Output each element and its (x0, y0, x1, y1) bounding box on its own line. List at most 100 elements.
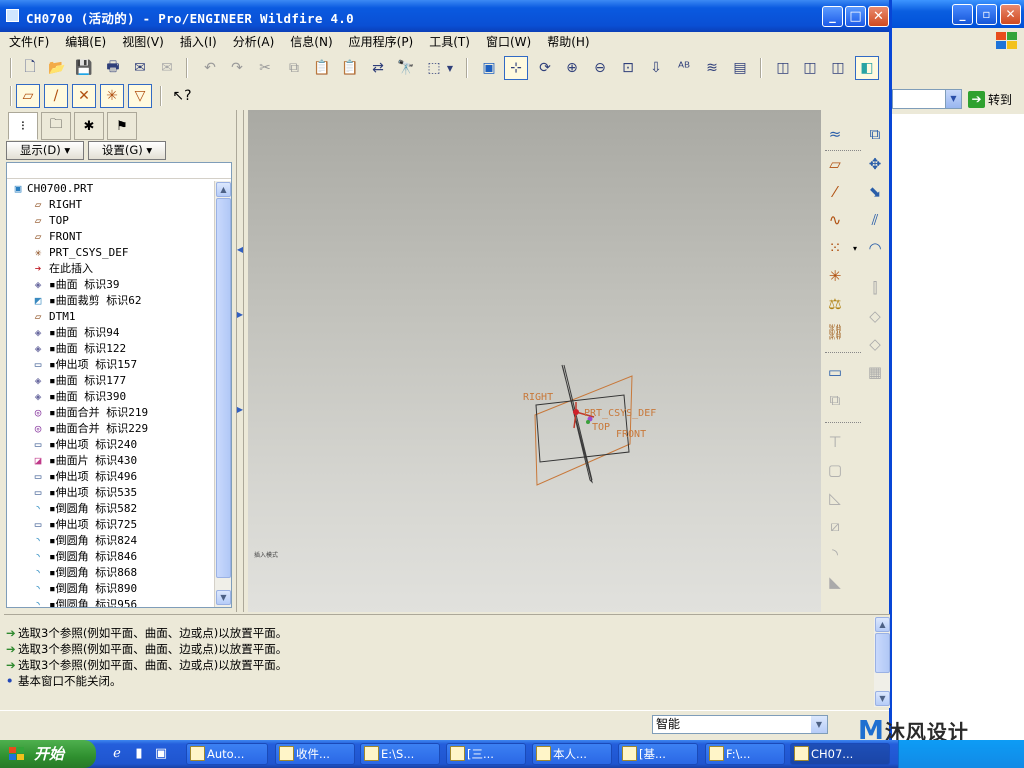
coordinate-systems-toggle-icon[interactable]: ✳ (100, 84, 124, 108)
tree-item[interactable]: ▱ DTM1 (7, 309, 213, 325)
desktop-icon[interactable]: ▣ (152, 745, 170, 763)
chamfer-icon[interactable]: ◣ (823, 570, 847, 594)
taskbar-button[interactable]: [基... (618, 743, 698, 765)
hidden-line-icon[interactable]: ◫ (798, 56, 822, 80)
trim-icon[interactable]: ◇ (863, 332, 887, 356)
tree-item[interactable]: ◝ ▪倒圆角 标识890 (7, 581, 213, 597)
tree-item[interactable]: ▱ TOP (7, 213, 213, 229)
paste-special-icon[interactable]: 📋 (338, 56, 362, 80)
tab-favorites[interactable]: ✱ (74, 112, 104, 140)
bg-minimize-button[interactable]: _ (952, 4, 973, 25)
maximize-button[interactable]: □ (845, 6, 866, 27)
regenerate-icon[interactable]: ⇄ (366, 56, 390, 80)
tree-item[interactable]: ◈ ▪曲面 标识122 (7, 341, 213, 357)
menu-applications[interactable]: 应用程序(P) (340, 32, 421, 50)
reorient-icon[interactable]: ⇩ (644, 56, 668, 80)
chevron-down-icon[interactable]: ▼ (811, 716, 827, 733)
context-help-icon[interactable]: ↖? (170, 84, 194, 108)
taskbar-button[interactable]: Auto... (186, 743, 268, 765)
tree-item[interactable]: ▭ ▪伸出项 标识535 (7, 485, 213, 501)
datum-axis-tool-icon[interactable]: ⁄ (823, 180, 847, 204)
datum-axes-toggle-icon[interactable]: / (44, 84, 68, 108)
tree-item[interactable]: ▣ CH0700.PRT (7, 181, 213, 197)
spin-center-icon[interactable]: ⊹ (504, 56, 528, 80)
datum-point-tool-icon[interactable]: ⁙ (823, 236, 847, 260)
tree-item[interactable]: ▱ RIGHT (7, 197, 213, 213)
ie-icon[interactable]: ℯ (108, 745, 126, 763)
tree-item[interactable]: ◎ ▪曲面合并 标识229 (7, 421, 213, 437)
tree-item[interactable]: ◝ ▪倒圆角 标识582 (7, 501, 213, 517)
pattern-icon[interactable]: ▦ (863, 360, 887, 384)
tree-item[interactable]: ▱ FRONT (7, 229, 213, 245)
merge-icon[interactable]: ◇ (863, 304, 887, 328)
open-file-icon[interactable]: 📂 (45, 56, 69, 80)
menu-info[interactable]: 信息(N) (281, 32, 339, 50)
datum-plane-tool-icon[interactable]: ▱ (823, 152, 847, 176)
tree-item[interactable]: ◈ ▪曲面 标识390 (7, 389, 213, 405)
menu-view[interactable]: 视图(V) (113, 32, 171, 50)
selection-box-icon[interactable]: ⬚ (422, 56, 446, 80)
show-dropdown-button[interactable]: 显示(D) ▾ (6, 141, 84, 160)
tree-item[interactable]: ▭ ▪伸出项 标识496 (7, 469, 213, 485)
address-input[interactable]: ▼ (892, 89, 962, 109)
datum-chain-icon[interactable]: ⛓ (823, 320, 847, 344)
media-player-icon[interactable]: ▮ (130, 745, 148, 763)
bg-close-button[interactable]: ✕ (1000, 4, 1021, 25)
shading-icon[interactable]: ◧ (855, 56, 879, 80)
expand-right-icon[interactable]: ▶ (235, 405, 245, 414)
find-icon[interactable]: 🔭 (394, 56, 418, 80)
no-hidden-icon[interactable]: ◫ (826, 56, 850, 80)
cut-icon[interactable]: ✂ (253, 56, 277, 80)
mirror-icon[interactable]: ⫿ (863, 276, 887, 300)
note-icon[interactable]: ▭ (823, 360, 847, 384)
orient-mode-icon[interactable]: ⟳ (533, 56, 557, 80)
view-manager-icon[interactable]: ▤ (728, 56, 752, 80)
menu-edit[interactable]: 编辑(E) (56, 32, 113, 50)
tree-item[interactable]: ◝ ▪倒圆角 标识868 (7, 565, 213, 581)
scroll-down-icon[interactable]: ▼ (216, 590, 231, 605)
blend-icon[interactable]: ⫽ (863, 208, 887, 232)
new-file-icon[interactable]: 🗋 (18, 56, 42, 80)
revolve-icon[interactable]: ✥ (863, 152, 887, 176)
tab-history[interactable]: ⚑ (107, 112, 137, 140)
taskbar-button[interactable]: 本人... (532, 743, 612, 765)
selection-filter[interactable]: 智能 ▼ (652, 715, 828, 734)
panel-splitter[interactable]: ◀ ▶ ▶ (232, 110, 248, 612)
round-icon[interactable]: ◝ (823, 542, 847, 566)
menu-insert[interactable]: 插入(I) (171, 32, 224, 50)
sweep-icon[interactable]: ⬊ (863, 180, 887, 204)
copy-icon[interactable]: ⧉ (282, 56, 306, 80)
scroll-down-icon[interactable]: ▼ (875, 691, 890, 706)
scroll-thumb[interactable] (875, 633, 890, 673)
taskbar-button[interactable]: 收件... (275, 743, 355, 765)
boundary-blend-icon[interactable]: ◠ (863, 236, 887, 260)
tree-item[interactable]: ▭ ▪伸出项 标识157 (7, 357, 213, 373)
print-icon[interactable]: 🖶 (101, 56, 125, 80)
zoom-in-icon[interactable]: ⊕ (560, 56, 584, 80)
minimize-button[interactable]: _ (822, 6, 843, 27)
goto-button[interactable]: ➔ 转到 (968, 91, 1012, 109)
tree-item[interactable]: ◈ ▪曲面 标识39 (7, 277, 213, 293)
undo-icon[interactable]: ↶ (198, 56, 222, 80)
settings-dropdown-button[interactable]: 设置(G) ▾ (88, 141, 166, 160)
placement-icon[interactable]: ⧉ (823, 388, 847, 412)
repaint-icon[interactable]: ▣ (477, 56, 501, 80)
shell-icon[interactable]: ▢ (823, 458, 847, 482)
taskbar-button[interactable]: F:\... (705, 743, 785, 765)
saved-views-icon[interactable]: ᴬᴮ (672, 56, 696, 80)
zoom-out-icon[interactable]: ⊖ (588, 56, 612, 80)
analysis-feature-icon[interactable]: ⚖ (823, 292, 847, 316)
tree-item[interactable]: ◈ ▪曲面 标识94 (7, 325, 213, 341)
collapse-left-icon[interactable]: ◀ (235, 245, 245, 254)
chevron-down-icon[interactable]: ▼ (444, 56, 456, 80)
tree-item[interactable]: ◩ ▪曲面裁剪 标识62 (7, 293, 213, 309)
tree-item[interactable]: ◝ ▪倒圆角 标识846 (7, 549, 213, 565)
tree-item[interactable]: ◝ ▪倒圆角 标识824 (7, 533, 213, 549)
email-icon[interactable]: ✉ (128, 56, 152, 80)
expand-right-icon[interactable]: ▶ (235, 310, 245, 319)
rib-icon[interactable]: ⊤ (823, 430, 847, 454)
start-button[interactable]: 开始 (0, 740, 96, 768)
message-scrollbar[interactable]: ▲ ▼ (874, 617, 890, 707)
datum-points-toggle-icon[interactable]: ✕ (72, 84, 96, 108)
draft-icon[interactable]: ◺ (823, 486, 847, 510)
